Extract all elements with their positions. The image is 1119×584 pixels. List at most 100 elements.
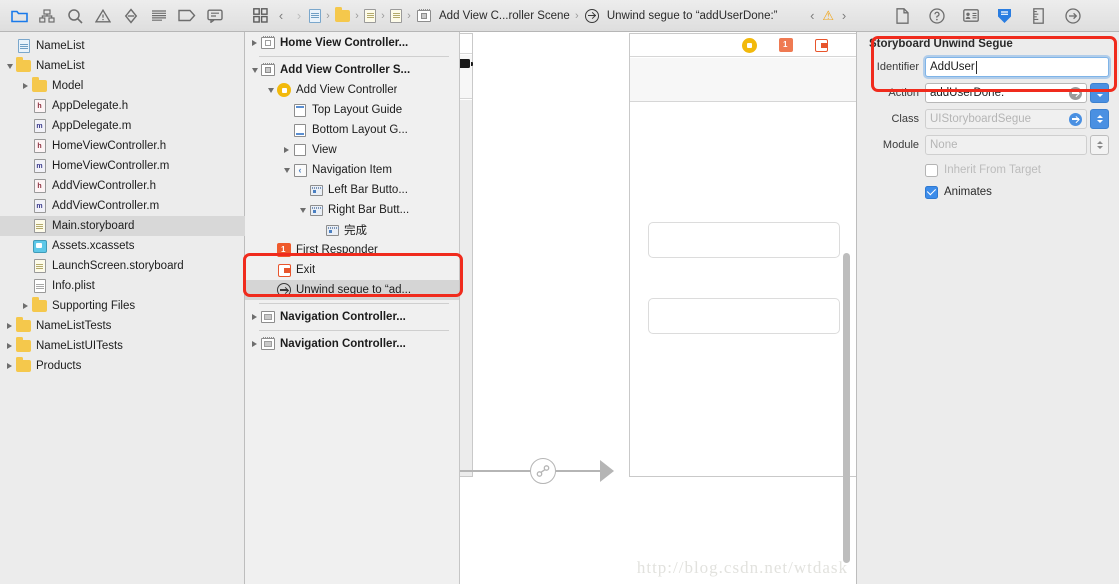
- file-row[interactable]: Model: [0, 76, 245, 96]
- file-row[interactable]: NameList: [0, 36, 245, 56]
- project-file-list[interactable]: NameList NameList Model h AppDelegate.h m AppD…: [0, 33, 245, 584]
- class-input[interactable]: UIStoryboardSegue: [925, 109, 1087, 129]
- storyboard-canvas[interactable]: Add View Controller 1: [460, 33, 856, 584]
- outline-row[interactable]: 1 First Responder: [245, 240, 459, 260]
- segue-badge[interactable]: [530, 458, 556, 484]
- breadcrumb-scene[interactable]: Add View C...roller Scene: [416, 8, 570, 23]
- disclosure-triangle[interactable]: [20, 296, 31, 316]
- scene-dock[interactable]: 1: [630, 34, 856, 57]
- action-dropdown-button[interactable]: [1090, 83, 1109, 103]
- breadcrumb-folder[interactable]: [335, 6, 350, 22]
- outline-row[interactable]: Home View Controller...: [245, 33, 459, 53]
- text-field-2[interactable]: [648, 298, 840, 334]
- outline-row[interactable]: 完成: [245, 220, 459, 240]
- outline-row[interactable]: Right Bar Butt...: [245, 200, 459, 220]
- related-items-icon[interactable]: [249, 5, 271, 27]
- file-row[interactable]: NameList: [0, 56, 245, 76]
- disclosure-triangle[interactable]: [249, 60, 260, 80]
- file-row[interactable]: h AddViewController.h: [0, 176, 245, 196]
- size-inspector-icon[interactable]: [1029, 6, 1049, 26]
- outline-row[interactable]: Navigation Controller...: [245, 334, 459, 354]
- navigation-item-icon: ‹: [293, 163, 307, 177]
- class-jump-icon[interactable]: [1069, 112, 1082, 126]
- file-row[interactable]: Products: [0, 356, 245, 376]
- inherit-from-target-row[interactable]: Inherit From Target: [857, 160, 1119, 180]
- disclosure-triangle[interactable]: [4, 336, 15, 356]
- inherit-from-target-checkbox[interactable]: [925, 163, 938, 177]
- outline-row[interactable]: Add View Controller: [245, 80, 459, 100]
- canvas-vertical-scrollbar[interactable]: [843, 253, 850, 563]
- file-row[interactable]: m AddViewController.m: [0, 196, 245, 216]
- module-input[interactable]: None: [925, 135, 1087, 155]
- text-field-1[interactable]: [648, 222, 840, 258]
- breadcrumb-project[interactable]: [309, 8, 321, 23]
- file-row[interactable]: m AppDelegate.m: [0, 116, 245, 136]
- outline-row[interactable]: ‹ Navigation Item: [245, 160, 459, 180]
- home-scene-partial[interactable]: [460, 33, 473, 477]
- first-responder-dot-icon[interactable]: 1: [779, 38, 793, 52]
- disclosure-triangle[interactable]: [281, 160, 292, 180]
- action-input[interactable]: addUserDone:: [925, 83, 1087, 103]
- identifier-input[interactable]: AddUser: [925, 57, 1109, 77]
- attributes-inspector-icon[interactable]: [995, 6, 1015, 26]
- file-row[interactable]: Assets.xcassets: [0, 236, 245, 256]
- report-navigator-icon[interactable]: [202, 5, 228, 27]
- module-dropdown-button[interactable]: [1090, 135, 1109, 155]
- outline-row[interactable]: Left Bar Butto...: [245, 180, 459, 200]
- outline-row[interactable]: Bottom Layout G...: [245, 120, 459, 140]
- disclosure-triangle[interactable]: [249, 307, 260, 327]
- file-inspector-icon[interactable]: [893, 6, 913, 26]
- jump-bar-back-button[interactable]: ‹: [273, 8, 289, 23]
- disclosure-triangle[interactable]: [281, 140, 292, 160]
- exit-dot-icon[interactable]: [815, 38, 828, 52]
- disclosure-triangle[interactable]: [249, 334, 260, 354]
- outline-row[interactable]: Add View Controller S...: [245, 60, 459, 80]
- outline-row[interactable]: Unwind segue to “ad...: [245, 280, 459, 300]
- disclosure-triangle[interactable]: [4, 316, 15, 336]
- action-jump-icon[interactable]: [1069, 86, 1082, 100]
- file-row[interactable]: NameListUITests: [0, 336, 245, 356]
- source-control-navigator-icon[interactable]: [34, 5, 60, 27]
- document-outline-list[interactable]: Home View Controller... Add View Controll…: [245, 33, 459, 584]
- previous-issue-button[interactable]: ‹: [804, 8, 820, 23]
- symbol-navigator-icon[interactable]: [62, 5, 88, 27]
- outline-row[interactable]: Top Layout Guide: [245, 100, 459, 120]
- disclosure-triangle[interactable]: [265, 80, 276, 100]
- file-row[interactable]: h AppDelegate.h: [0, 96, 245, 116]
- breadcrumb-group[interactable]: [364, 8, 376, 23]
- outline-row[interactable]: Exit: [245, 260, 459, 280]
- disclosure-triangle[interactable]: [4, 356, 15, 376]
- file-row[interactable]: Main.storyboard: [0, 216, 245, 236]
- debug-navigator-icon[interactable]: [146, 5, 172, 27]
- file-row[interactable]: h HomeViewController.h: [0, 136, 245, 156]
- connections-inspector-icon[interactable]: [1063, 6, 1083, 26]
- file-row[interactable]: m HomeViewController.m: [0, 156, 245, 176]
- inspector-section-title: Storyboard Unwind Segue: [869, 38, 1013, 50]
- animates-row[interactable]: Animates: [857, 182, 1119, 202]
- class-dropdown-button[interactable]: [1090, 109, 1109, 129]
- issue-navigator-icon[interactable]: [90, 5, 116, 27]
- quick-help-inspector-icon[interactable]: [927, 6, 947, 26]
- disclosure-triangle[interactable]: [297, 200, 308, 220]
- next-issue-button[interactable]: ›: [836, 8, 852, 23]
- file-row[interactable]: NameListTests: [0, 316, 245, 336]
- outline-row[interactable]: Navigation Controller...: [245, 307, 459, 327]
- jump-bar-forward-button[interactable]: ›: [291, 8, 307, 23]
- warning-triangle-icon[interactable]: ⚠: [822, 8, 834, 24]
- disclosure-triangle[interactable]: [249, 33, 260, 53]
- breakpoint-navigator-icon[interactable]: [174, 5, 200, 27]
- disclosure-triangle[interactable]: [20, 76, 31, 96]
- identity-inspector-icon[interactable]: [961, 6, 981, 26]
- file-row[interactable]: Supporting Files: [0, 296, 245, 316]
- view-controller-dot-icon[interactable]: [742, 37, 757, 53]
- breadcrumb-storyboard[interactable]: [390, 8, 402, 23]
- breadcrumb-segue[interactable]: Unwind segue to “addUserDone:”: [584, 8, 778, 23]
- disclosure-triangle[interactable]: [4, 56, 15, 76]
- file-row[interactable]: LaunchScreen.storyboard: [0, 256, 245, 276]
- add-view-controller-scene[interactable]: 1: [629, 33, 856, 477]
- file-row[interactable]: Info.plist: [0, 276, 245, 296]
- animates-checkbox[interactable]: [925, 185, 938, 199]
- test-navigator-icon[interactable]: [118, 5, 144, 27]
- project-navigator-icon[interactable]: [6, 5, 32, 27]
- outline-row[interactable]: View: [245, 140, 459, 160]
